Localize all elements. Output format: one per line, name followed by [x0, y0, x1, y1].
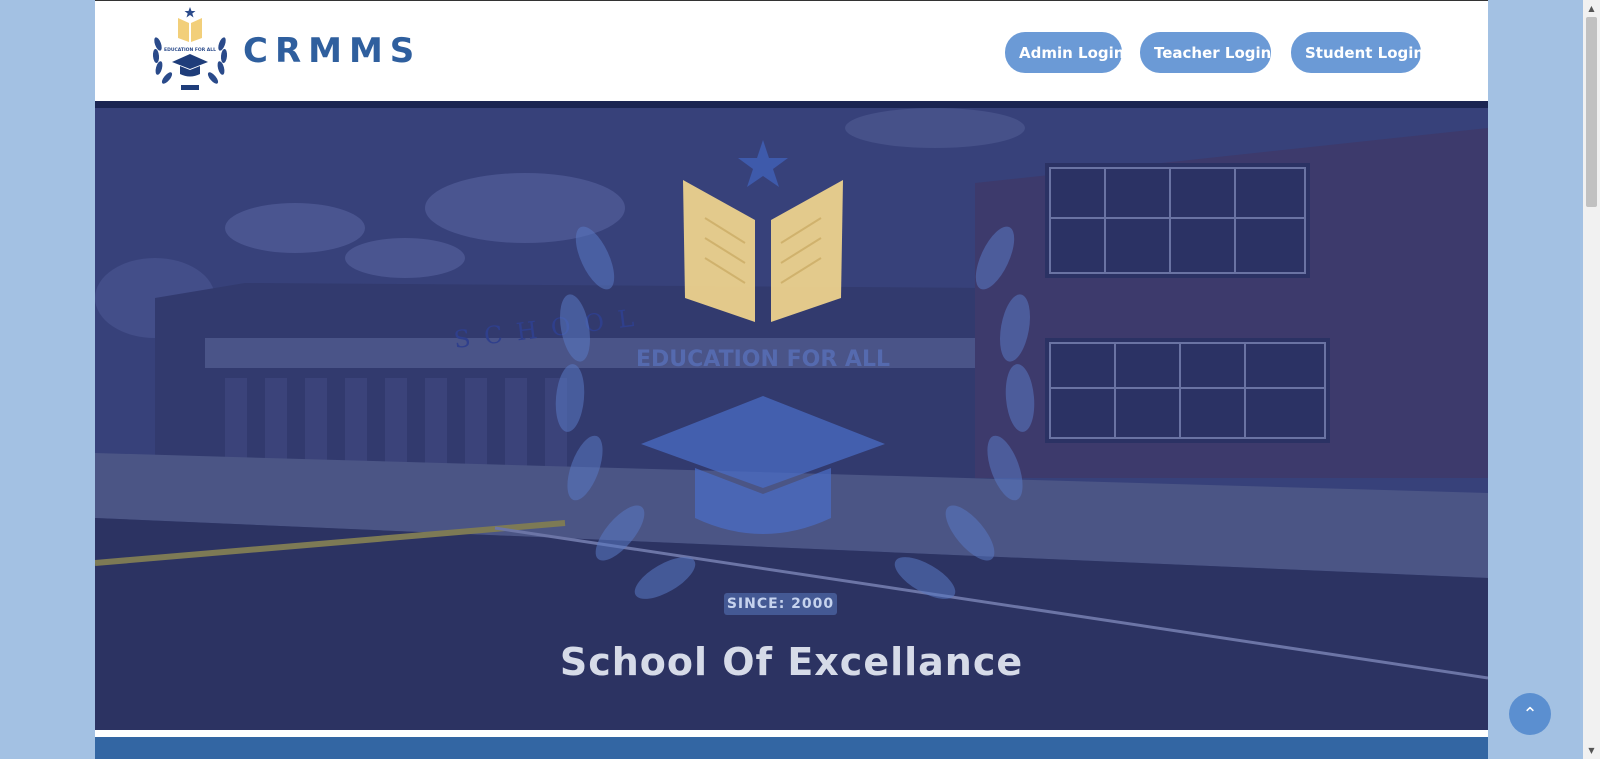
- hero-banner: SCHOOL EDUCATION FOR ALL SINCE: 2000 Sch…: [95, 108, 1488, 730]
- teacher-login-button[interactable]: Teacher Login: [1140, 32, 1271, 73]
- scrollbar-thumb[interactable]: [1586, 17, 1597, 207]
- next-section-band: [95, 737, 1488, 759]
- page-scrollbar[interactable]: ▲ ▼: [1583, 0, 1600, 759]
- scroll-to-top-button[interactable]: ⌃: [1509, 693, 1551, 735]
- scroll-up-arrow-icon[interactable]: ▲: [1583, 0, 1600, 17]
- chevron-up-icon: ⌃: [1522, 704, 1538, 724]
- admin-login-button[interactable]: Admin Login: [1005, 32, 1124, 73]
- emblem-text: EDUCATION FOR ALL: [164, 47, 216, 53]
- site-header: EDUCATION FOR ALL CRMMS Admin Login Teac…: [95, 1, 1488, 101]
- graduation-cap-icon: EDUCATION FOR ALL: [555, 140, 1035, 599]
- page-container: EDUCATION FOR ALL CRMMS Admin Login Teac…: [95, 0, 1488, 759]
- school-emblem-logo[interactable]: EDUCATION FOR ALL: [148, 6, 232, 92]
- section-divider: [95, 730, 1488, 737]
- hero-emblem-text: EDUCATION FOR ALL: [636, 347, 890, 372]
- student-login-button[interactable]: Student Login: [1291, 32, 1424, 73]
- hero-title: School Of Excellance: [559, 640, 1024, 684]
- scroll-down-arrow-icon[interactable]: ▼: [1583, 742, 1600, 759]
- since-badge: SINCE: 2000: [724, 593, 837, 615]
- hero-top-band: [95, 101, 1488, 108]
- brand-name[interactable]: CRMMS: [243, 31, 421, 71]
